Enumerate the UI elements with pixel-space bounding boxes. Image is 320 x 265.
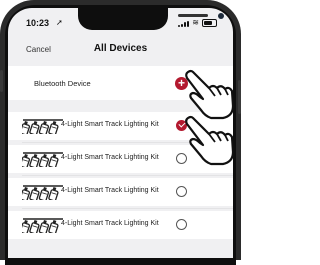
track-light-graphic (19, 119, 63, 136)
device-row[interactable]: 4-Light Smart Track Lighting Kit (8, 211, 233, 239)
device-label: 4-Light Smart Track Lighting Kit (61, 220, 159, 227)
wifi-icon: ≋ (192, 18, 199, 27)
row-divider (22, 175, 233, 176)
location-arrow-icon: ➚ (56, 18, 63, 27)
device-label: 4-Light Smart Track Lighting Kit (61, 121, 159, 128)
track-light-graphic (19, 152, 63, 169)
page-title: All Devices (93, 43, 148, 54)
track-light-graphic (19, 218, 63, 235)
front-camera (218, 13, 224, 19)
row-divider (22, 208, 233, 209)
battery-icon (202, 19, 217, 27)
radio-unchecked-icon[interactable] (176, 186, 187, 197)
phone-notch (78, 8, 224, 30)
speaker-grille (178, 14, 208, 17)
device-label: 4-Light Smart Track Lighting Kit (61, 187, 159, 194)
status-icons: ≋ (178, 19, 217, 27)
track-light-icon (19, 184, 64, 202)
track-light-icon (19, 118, 64, 136)
track-light-graphic (19, 185, 63, 202)
bluetooth-device-label: Bluetooth Device (34, 79, 91, 88)
phone-side-button (0, 70, 3, 92)
signal-icon (178, 21, 190, 27)
device-row[interactable]: 4-Light Smart Track Lighting Kit (8, 178, 233, 206)
status-time: 10:23 (26, 18, 50, 28)
track-light-icon (19, 151, 64, 169)
radio-unchecked-icon[interactable] (176, 219, 187, 230)
track-light-icon (19, 217, 64, 235)
pointing-hand-icon (185, 115, 235, 166)
device-label: 4-Light Smart Track Lighting Kit (61, 154, 159, 161)
